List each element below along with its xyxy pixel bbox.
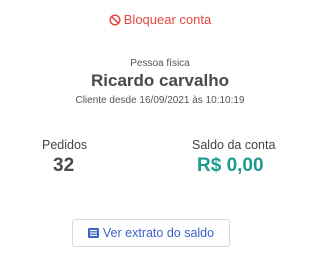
ban-icon [109, 14, 121, 29]
balance-value: R$ 0,00 [197, 155, 264, 176]
block-account-label: Bloquear conta [123, 12, 212, 27]
person-type: Pessoa física [130, 58, 190, 69]
orders-count: 32 [53, 155, 75, 176]
customer-name: Ricardo carvalho [91, 71, 229, 90]
block-account-link[interactable]: Bloquear conta [0, 12, 320, 29]
balance-label: Saldo da conta [192, 138, 276, 152]
customer-since: Cliente desde 16/09/2021 às 10:10:19 [75, 95, 245, 106]
orders-label: Pedidos [42, 138, 88, 152]
view-statement-label: Ver extrato do saldo [102, 226, 215, 240]
view-statement-button[interactable]: Ver extrato do saldo [72, 219, 230, 247]
list-icon [87, 221, 99, 247]
customer-summary-card: Bloquear conta Pessoa física Ricardo car… [0, 0, 320, 259]
